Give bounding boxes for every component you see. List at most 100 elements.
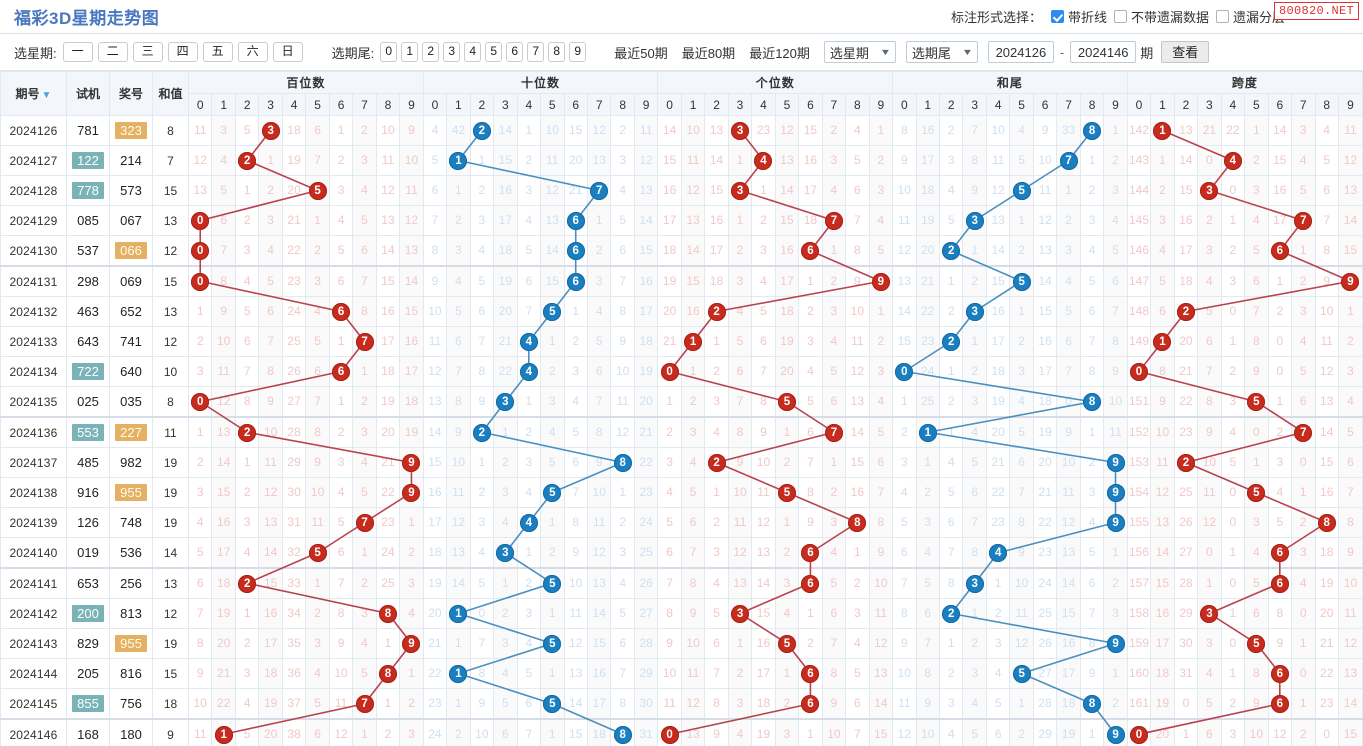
option-no-miss-data[interactable]: 不带遗漏数据 — [1114, 7, 1209, 26]
hit-ball[interactable]: 3 — [496, 544, 514, 562]
hit-ball[interactable]: 7 — [1294, 212, 1312, 230]
hit-ball[interactable]: 0 — [661, 363, 679, 381]
hit-ball[interactable]: 6 — [332, 303, 350, 321]
table-row[interactable]: 2024145855756181022419375117122319565141… — [1, 689, 1363, 720]
hit-ball[interactable]: 5 — [309, 544, 327, 562]
table-row[interactable]: 2024134722640103117826661181712782242361… — [1, 357, 1363, 387]
table-row[interactable]: 2024143829955198202173539419211734512156… — [1, 629, 1363, 659]
hit-ball[interactable]: 9 — [1341, 273, 1359, 291]
hit-ball[interactable]: 1 — [449, 665, 467, 683]
hit-ball[interactable]: 4 — [754, 152, 772, 170]
hit-ball[interactable]: 1 — [449, 152, 467, 170]
hit-ball[interactable]: 4 — [989, 544, 1007, 562]
hit-ball[interactable]: 1 — [919, 424, 937, 442]
hit-ball[interactable]: 6 — [332, 363, 350, 381]
hit-ball[interactable]: 6 — [801, 575, 819, 593]
hit-ball[interactable]: 5 — [543, 695, 561, 713]
weekday-select[interactable]: 选星期 ▼ — [824, 41, 896, 63]
hit-ball[interactable]: 3 — [731, 122, 749, 140]
hit-ball[interactable]: 6 — [567, 212, 585, 230]
range-start-input[interactable]: 2024126 — [988, 41, 1054, 63]
table-row[interactable]: 2024146168180911152038612123242106711518… — [1, 719, 1363, 746]
weekday-button-6[interactable]: 日 — [273, 42, 303, 62]
hit-ball[interactable]: 1 — [684, 333, 702, 351]
checkbox-no-miss-data[interactable] — [1114, 10, 1127, 23]
hit-ball[interactable]: 6 — [567, 242, 585, 260]
checkbox-miss-layer[interactable] — [1216, 10, 1229, 23]
hit-ball[interactable]: 0 — [661, 726, 679, 744]
checkbox-with-polyline[interactable] — [1051, 10, 1064, 23]
hit-ball[interactable]: 8 — [1083, 695, 1101, 713]
weekday-button-1[interactable]: 二 — [98, 42, 128, 62]
hit-ball[interactable]: 9 — [402, 454, 420, 472]
weekday-button-2[interactable]: 三 — [133, 42, 163, 62]
hit-ball[interactable]: 9 — [1107, 454, 1125, 472]
hit-ball[interactable]: 8 — [614, 454, 632, 472]
hit-ball[interactable]: 2 — [942, 333, 960, 351]
hit-ball[interactable]: 7 — [356, 333, 374, 351]
col-header-0[interactable]: 期号▼ — [1, 72, 67, 116]
hit-ball[interactable]: 8 — [379, 605, 397, 623]
hit-ball[interactable]: 5 — [543, 303, 561, 321]
hit-ball[interactable]: 0 — [895, 363, 913, 381]
hit-ball[interactable]: 2 — [473, 122, 491, 140]
hit-ball[interactable]: 5 — [1013, 182, 1031, 200]
table-row[interactable]: 2024144205816159213183641058122184511316… — [1, 659, 1363, 689]
hit-ball[interactable]: 3 — [1200, 605, 1218, 623]
tail-button-5[interactable]: 5 — [485, 42, 502, 62]
hit-ball[interactable]: 1 — [1153, 333, 1171, 351]
hit-ball[interactable]: 2 — [1177, 303, 1195, 321]
quick-link-120[interactable]: 最近120期 — [749, 43, 810, 62]
hit-ball[interactable]: 5 — [309, 182, 327, 200]
hit-ball[interactable]: 9 — [872, 273, 890, 291]
table-row[interactable]: 2024141653256136182153317225319145125101… — [1, 568, 1363, 599]
hit-ball[interactable]: 7 — [1060, 152, 1078, 170]
hit-ball[interactable]: 2 — [708, 454, 726, 472]
tail-button-7[interactable]: 7 — [527, 42, 544, 62]
table-row[interactable]: 2024131298069150845233671514945196156371… — [1, 266, 1363, 297]
hit-ball[interactable]: 7 — [590, 182, 608, 200]
hit-ball[interactable]: 6 — [801, 695, 819, 713]
hit-ball[interactable]: 0 — [191, 393, 209, 411]
hit-ball[interactable]: 5 — [1013, 665, 1031, 683]
tail-button-9[interactable]: 9 — [569, 42, 586, 62]
hit-ball[interactable]: 9 — [1107, 726, 1125, 744]
hit-ball[interactable]: 8 — [379, 665, 397, 683]
table-row[interactable]: 2024129085067130623211451312723174136151… — [1, 206, 1363, 236]
hit-ball[interactable]: 3 — [966, 575, 984, 593]
hit-ball[interactable]: 3 — [731, 605, 749, 623]
hit-ball[interactable]: 6 — [1271, 242, 1289, 260]
hit-ball[interactable]: 6 — [801, 544, 819, 562]
hit-ball[interactable]: 1 — [215, 726, 233, 744]
hit-ball[interactable]: 4 — [520, 514, 538, 532]
hit-ball[interactable]: 1 — [1153, 122, 1171, 140]
hit-ball[interactable]: 8 — [1318, 514, 1336, 532]
hit-ball[interactable]: 6 — [567, 273, 585, 291]
hit-ball[interactable]: 3 — [496, 393, 514, 411]
hit-ball[interactable]: 6 — [1271, 575, 1289, 593]
hit-ball[interactable]: 3 — [966, 212, 984, 230]
hit-ball[interactable]: 0 — [191, 273, 209, 291]
sort-arrow-icon[interactable]: ▼ — [42, 90, 52, 101]
hit-ball[interactable]: 8 — [614, 726, 632, 744]
view-button[interactable]: 查看 — [1161, 41, 1209, 63]
hit-ball[interactable]: 2 — [238, 424, 256, 442]
hit-ball[interactable]: 3 — [731, 182, 749, 200]
hit-ball[interactable]: 1 — [449, 605, 467, 623]
hit-ball[interactable]: 3 — [262, 122, 280, 140]
hit-ball[interactable]: 7 — [1294, 424, 1312, 442]
weekday-button-3[interactable]: 四 — [168, 42, 198, 62]
tail-button-4[interactable]: 4 — [464, 42, 481, 62]
weekday-button-0[interactable]: 一 — [63, 42, 93, 62]
hit-ball[interactable]: 5 — [543, 575, 561, 593]
tail-button-6[interactable]: 6 — [506, 42, 523, 62]
hit-ball[interactable]: 5 — [1013, 273, 1031, 291]
table-row[interactable]: 2024130537066120734222561413834185146261… — [1, 236, 1363, 267]
quick-link-50[interactable]: 最近50期 — [614, 43, 667, 62]
hit-ball[interactable]: 6 — [801, 665, 819, 683]
table-row[interactable]: 2024140019536145174143256124218134312912… — [1, 538, 1363, 569]
table-row[interactable]: 2024136553227111132102882320191492124581… — [1, 417, 1363, 448]
table-row[interactable]: 2024139126748194163133111572311712344181… — [1, 508, 1363, 538]
quick-link-80[interactable]: 最近80期 — [682, 43, 735, 62]
table-row[interactable]: 2024127122214712421197231110511152112013… — [1, 146, 1363, 176]
